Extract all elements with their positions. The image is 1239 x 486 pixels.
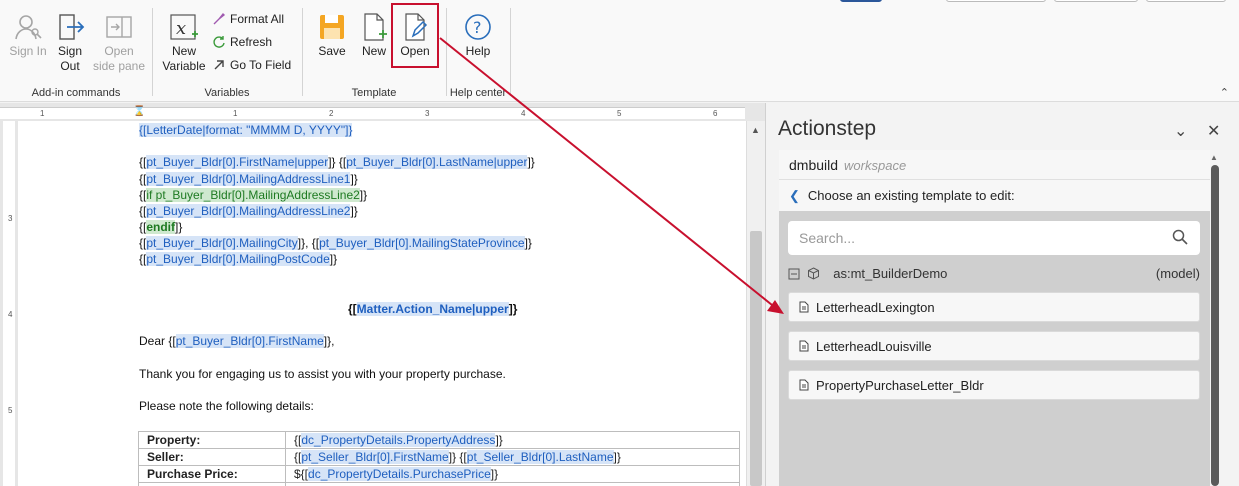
template-name: LetterheadLexington xyxy=(816,299,935,315)
group-variables-label: Variables xyxy=(204,87,250,99)
table-row[interactable]: Property: {[dc_PropertyDetails.PropertyA… xyxy=(138,431,740,449)
top-button-2[interactable] xyxy=(1054,0,1138,2)
ruler-number: 6 xyxy=(713,109,718,118)
addin-content: dmbuild workspace ❮ Choose an existing tem… xyxy=(779,150,1210,486)
table-value[interactable]: {[pt_Seller_Bldr[0].FirstName]} {[pt_Sel… xyxy=(285,448,740,466)
template-item[interactable]: LetterheadLexington xyxy=(788,292,1200,322)
collapse-icon[interactable] xyxy=(788,268,800,280)
actionstep-task-pane: Actionstep ⌄ ✕ dmbuild workspace ❮ Choose … xyxy=(765,103,1239,486)
details-table: Property: {[dc_PropertyDetails.PropertyA… xyxy=(138,431,740,486)
address-line-1[interactable]: {[pt_Buyer_Bldr[0].MailingAddressLine1]} xyxy=(139,172,358,186)
ruler-number: 5 xyxy=(8,406,13,415)
pane-options-icon[interactable]: ⌄ xyxy=(1174,121,1187,141)
document-page[interactable]: {[LetterDate|format: "MMMM D, YYYY"]} {[… xyxy=(18,121,746,486)
back-to-templates[interactable]: ❮ Choose an existing template to edit: xyxy=(779,180,1210,211)
table-row[interactable]: Purchase Price: ${[dc_PropertyDetails.Pu… xyxy=(138,465,740,483)
group-template-label: Template xyxy=(351,87,397,99)
ruler-number: 3 xyxy=(425,109,430,118)
group-template: Template xyxy=(302,0,446,102)
cube-icon xyxy=(807,267,819,280)
table-row[interactable]: Seller: {[pt_Seller_Bldr[0].FirstName]} … xyxy=(138,448,740,466)
vertical-ruler: 3 4 5 xyxy=(0,121,18,486)
thanks-paragraph[interactable]: Thank you for engaging us to assist you … xyxy=(139,367,506,381)
search-input[interactable]: Search... xyxy=(788,221,1200,255)
group-addin-label: Add-in commands xyxy=(31,87,121,99)
table-key: Purchase Price: xyxy=(138,465,286,483)
pane-title: Actionstep xyxy=(778,117,877,140)
if-address-line-2[interactable]: {[if pt_Buyer_Bldr[0].MailingAddressLine… xyxy=(139,188,367,202)
group-addin: Add-in commands xyxy=(0,0,152,102)
top-accent-button[interactable] xyxy=(840,0,882,2)
ruler-number: 5 xyxy=(617,109,622,118)
ruler-number: 3 xyxy=(8,214,13,223)
ruler-number: 1 xyxy=(40,109,45,118)
postcode-line[interactable]: {[pt_Buyer_Bldr[0].MailingPostCode]} xyxy=(139,252,337,266)
group-help-label: Help center xyxy=(449,87,507,99)
template-item[interactable]: LetterheadLouisville xyxy=(788,331,1200,361)
note-paragraph[interactable]: Please note the following details: xyxy=(139,399,314,413)
letter-date-field[interactable]: {[LetterDate|format: "MMMM D, YYYY"]} xyxy=(139,123,353,137)
table-value[interactable]: {[dc_PropertyDetails.PropertyAddress]} xyxy=(285,431,740,449)
indent-marker-icon[interactable]: ⌛ xyxy=(133,106,145,117)
pane-scroll-up-icon[interactable]: ▲ xyxy=(1210,153,1218,162)
table-value[interactable]: ${[dc_PropertyDetails.PurchasePrice]} xyxy=(285,465,740,483)
scroll-thumb[interactable] xyxy=(750,231,762,486)
model-tag: (model) xyxy=(1155,266,1200,281)
city-state-line[interactable]: {[pt_Buyer_Bldr[0].MailingCity]}, {[pt_B… xyxy=(139,236,532,250)
choose-text: Choose an existing template to edit: xyxy=(807,188,1015,203)
document-icon xyxy=(799,379,809,391)
search-placeholder: Search... xyxy=(799,230,856,246)
document-scrollbar[interactable]: ▲ xyxy=(746,121,765,486)
search-icon[interactable] xyxy=(1172,229,1188,245)
model-name: as:mt_BuilderDemo xyxy=(833,266,948,281)
horizontal-ruler: 1 1 2 3 4 5 6 ⌛ xyxy=(0,103,765,121)
ruler-number: 4 xyxy=(8,310,13,319)
address-line-2[interactable]: {[pt_Buyer_Bldr[0].MailingAddressLine2]} xyxy=(139,204,358,218)
table-row[interactable] xyxy=(138,482,740,486)
endif-line[interactable]: {[endif]} xyxy=(139,220,182,234)
heading-line[interactable]: {[Matter.Action_Name|upper]} xyxy=(348,302,517,316)
top-button-1[interactable] xyxy=(946,0,1046,2)
top-button-3[interactable] xyxy=(1146,0,1226,2)
group-variables: Variables xyxy=(152,0,302,102)
ruler-number: 1 xyxy=(233,109,238,118)
separator xyxy=(510,8,511,96)
ruler-number: 2 xyxy=(329,109,334,118)
pane-scrollbar[interactable] xyxy=(1211,165,1219,486)
group-help: Help center xyxy=(446,0,510,102)
collapse-ribbon-icon[interactable]: ⌃ xyxy=(1220,86,1229,99)
document-icon xyxy=(799,340,809,352)
workspace-name: dmbuild xyxy=(789,157,839,173)
ribbon: Sign In Sign Out Open side pane Add-in c… xyxy=(0,0,1239,102)
document-icon xyxy=(799,301,809,313)
table-key: Property: xyxy=(138,431,286,449)
close-icon[interactable]: ✕ xyxy=(1207,121,1220,141)
template-item[interactable]: PropertyPurchaseLetter_Bldr xyxy=(788,370,1200,400)
ruler-number: 4 xyxy=(521,109,526,118)
chevron-left-icon[interactable]: ❮ xyxy=(789,188,800,203)
template-name: LetterheadLouisville xyxy=(816,338,932,354)
dear-line[interactable]: Dear {[pt_Buyer_Bldr[0].FirstName]}, xyxy=(139,334,334,348)
table-key: Seller: xyxy=(138,448,286,466)
workspace-bar[interactable]: dmbuild workspace xyxy=(779,150,1210,180)
buyer-name-line[interactable]: {[pt_Buyer_Bldr[0].FirstName|upper]} {[p… xyxy=(139,155,535,169)
template-name: PropertyPurchaseLetter_Bldr xyxy=(816,377,984,393)
workspace-label: workspace xyxy=(844,158,907,173)
scroll-up-icon[interactable]: ▲ xyxy=(751,125,760,135)
model-row[interactable]: as:mt_BuilderDemo (model) xyxy=(788,266,1200,281)
